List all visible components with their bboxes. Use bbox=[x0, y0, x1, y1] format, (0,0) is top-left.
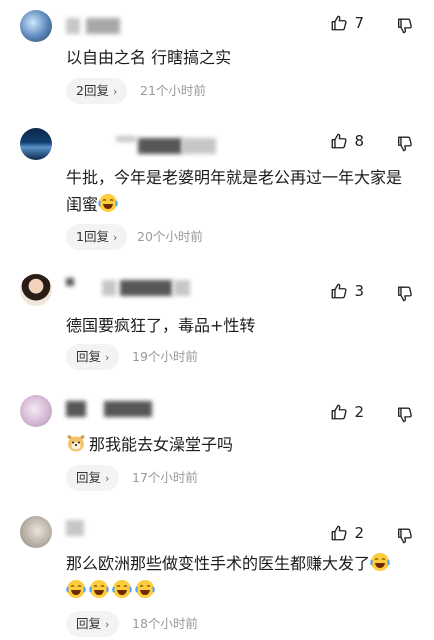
thumbs-down-icon bbox=[396, 284, 414, 302]
comment-text: 以自由之名 行瞎搞之实 bbox=[66, 48, 232, 67]
like-button[interactable]: 8 bbox=[330, 132, 364, 150]
timestamp: 18个小时前 bbox=[132, 616, 198, 631]
username-redacted[interactable] bbox=[66, 18, 80, 34]
username-redacted[interactable] bbox=[120, 280, 172, 296]
avatar[interactable] bbox=[20, 128, 52, 160]
chevron-right-icon: › bbox=[112, 85, 118, 98]
laughing-tears-emoji bbox=[66, 579, 86, 599]
reply-button[interactable]: 2回复 › bbox=[66, 78, 128, 104]
reply-label: 回复 bbox=[76, 470, 102, 485]
avatar[interactable] bbox=[20, 10, 52, 42]
chevron-right-icon: › bbox=[112, 231, 118, 244]
thumbs-down-icon bbox=[396, 526, 414, 544]
thumbs-up-icon bbox=[330, 282, 348, 300]
timestamp: 20个小时前 bbox=[137, 229, 203, 244]
username-redacted[interactable] bbox=[174, 280, 190, 296]
chevron-right-icon: › bbox=[105, 472, 110, 485]
username-redacted[interactable] bbox=[66, 401, 86, 417]
thumbs-down-icon bbox=[396, 134, 414, 152]
like-count: 7 bbox=[354, 14, 364, 32]
avatar[interactable] bbox=[20, 395, 52, 427]
timestamp: 19个小时前 bbox=[132, 349, 198, 364]
comment-text-body: 那么欧洲那些做变性手术的医生都赚大发了 bbox=[66, 554, 371, 573]
reply-button[interactable]: 回复 › bbox=[66, 465, 120, 491]
dog-face-emoji bbox=[66, 433, 86, 453]
thumbs-up-icon bbox=[330, 132, 348, 150]
thumbs-down-icon bbox=[396, 405, 414, 423]
like-count: 8 bbox=[354, 132, 364, 150]
laughing-tears-emoji bbox=[135, 579, 155, 599]
thumbs-up-icon bbox=[330, 524, 348, 542]
thumbs-down-icon bbox=[396, 16, 414, 34]
comment-text-body: 那我能去女澡堂子吗 bbox=[89, 435, 234, 454]
username-redacted[interactable] bbox=[182, 138, 216, 154]
username-redacted[interactable] bbox=[102, 280, 116, 296]
thumbs-up-icon bbox=[330, 14, 348, 32]
dislike-button[interactable] bbox=[396, 284, 414, 302]
like-button[interactable]: 2 bbox=[330, 524, 364, 542]
reply-label: 回复 bbox=[76, 349, 102, 364]
laughing-tears-emoji bbox=[112, 579, 132, 599]
comment-text: 那么欧洲那些做变性手术的医生都赚大发了 bbox=[66, 550, 418, 604]
username-redacted[interactable] bbox=[86, 18, 120, 34]
laughing-tears-emoji bbox=[89, 579, 109, 599]
reply-button[interactable]: 1回复 › bbox=[66, 224, 128, 250]
dislike-button[interactable] bbox=[396, 134, 414, 152]
comment-text: 牛批，今年是老婆明年就是老公再过一年大家是闺蜜 bbox=[66, 164, 414, 218]
comment-text: 那我能去女澡堂子吗 bbox=[66, 431, 414, 458]
chevron-right-icon: › bbox=[105, 618, 110, 631]
thumbs-up-icon bbox=[330, 403, 348, 421]
chevron-right-icon: › bbox=[105, 351, 110, 364]
comment-text: 德国要疯狂了，毒品+性转 bbox=[66, 316, 256, 335]
like-count: 2 bbox=[354, 403, 364, 421]
laughing-tears-emoji bbox=[98, 193, 118, 213]
like-button[interactable]: 7 bbox=[330, 14, 364, 32]
reply-button[interactable]: 回复 › bbox=[66, 611, 120, 637]
reply-label: 2回复 bbox=[76, 83, 109, 98]
reply-button[interactable]: 回复 › bbox=[66, 344, 120, 370]
reply-label: 1回复 bbox=[76, 229, 109, 244]
timestamp: 17个小时前 bbox=[132, 470, 198, 485]
username-redacted[interactable] bbox=[66, 520, 84, 536]
avatar[interactable] bbox=[20, 274, 52, 306]
reply-label: 回复 bbox=[76, 616, 102, 631]
username-redacted[interactable] bbox=[138, 138, 182, 154]
like-button[interactable]: 2 bbox=[330, 403, 364, 421]
username-redacted[interactable] bbox=[66, 278, 74, 286]
username-redacted[interactable] bbox=[116, 136, 136, 142]
laughing-tears-emoji bbox=[370, 552, 390, 572]
timestamp: 21个小时前 bbox=[140, 83, 206, 98]
avatar[interactable] bbox=[20, 516, 52, 548]
like-count: 2 bbox=[354, 524, 364, 542]
username-redacted[interactable] bbox=[104, 401, 152, 417]
dislike-button[interactable] bbox=[396, 405, 414, 423]
like-button[interactable]: 3 bbox=[330, 282, 364, 300]
dislike-button[interactable] bbox=[396, 526, 414, 544]
dislike-button[interactable] bbox=[396, 16, 414, 34]
like-count: 3 bbox=[354, 282, 364, 300]
